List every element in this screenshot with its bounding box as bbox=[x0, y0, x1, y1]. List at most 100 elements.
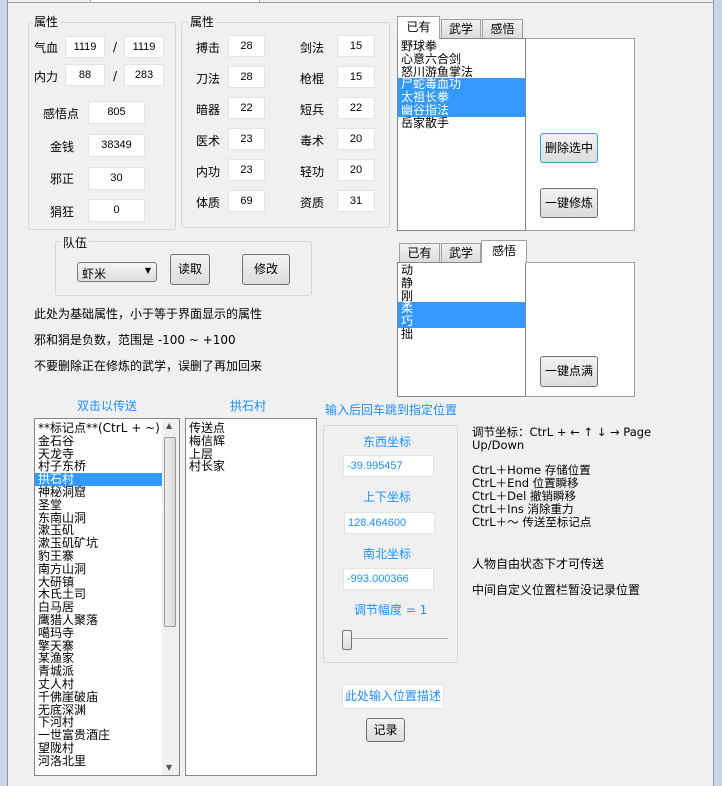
list-item[interactable]: 刚 bbox=[398, 289, 525, 303]
list-item[interactable]: 南方山洞 bbox=[35, 562, 163, 576]
stat-label: 刀法 bbox=[196, 72, 221, 86]
list-item[interactable]: 岳家散手 bbox=[398, 116, 525, 130]
list-item[interactable]: 静 bbox=[398, 276, 525, 290]
tab-insight[interactable]: 感悟 bbox=[481, 240, 527, 263]
list-item[interactable]: 一世富贵酒庄 bbox=[35, 729, 163, 742]
stat-label: 剑法 bbox=[300, 41, 325, 55]
stat-input[interactable]: 69 bbox=[228, 190, 265, 212]
help-note: 人物自由状态下才可传送 bbox=[472, 557, 605, 571]
list-item[interactable]: 金石谷 bbox=[35, 434, 163, 448]
read-button[interactable]: 读取 bbox=[170, 254, 210, 285]
sublocation-title: 拱石村 bbox=[230, 399, 267, 413]
teleport-list[interactable]: **标记点**(CtrL + ~) 金石谷 天龙寺 村子东桥 拱石村 神秘洞窟 圣堂 东南山洞… bbox=[34, 418, 180, 776]
scroll-down-icon[interactable]: ▼ bbox=[166, 763, 172, 772]
tab-martial[interactable]: 武学 bbox=[441, 243, 481, 263]
hp-current-input[interactable]: 1119 bbox=[65, 36, 105, 58]
ew-coordinate-input[interactable]: -39.995457 bbox=[343, 455, 434, 477]
hp-label: 气血 bbox=[34, 41, 59, 55]
list-item[interactable]: 河洛北里 bbox=[35, 754, 163, 768]
list-item[interactable]: 传送点 bbox=[186, 422, 316, 435]
location-description-input[interactable]: 此处输入位置描述 bbox=[342, 684, 444, 709]
group-title: 属性 bbox=[32, 13, 61, 30]
step-label: 调节幅度 = 1 bbox=[354, 603, 428, 617]
list-item[interactable]: 幽谷指法 bbox=[398, 104, 525, 117]
ns-coordinate-input[interactable]: -993.000366 bbox=[343, 568, 434, 590]
money-input[interactable]: 38349 bbox=[88, 134, 145, 157]
fill-all-button[interactable]: 一键点满 bbox=[540, 356, 598, 387]
list-item[interactable]: 梅信辉 bbox=[186, 434, 316, 448]
chevron-down-icon: ▼ bbox=[144, 266, 151, 275]
scrollbar[interactable]: ▲ ▼ bbox=[162, 419, 179, 775]
teleport-title: 双击以传送 bbox=[77, 399, 138, 413]
tab-owned[interactable]: 已有 bbox=[397, 16, 440, 39]
note-text: 此处为基础属性，小于等于界面显示的属性 bbox=[34, 307, 263, 321]
scroll-up-icon[interactable]: ▲ bbox=[166, 421, 172, 430]
stat-input[interactable]: 15 bbox=[337, 35, 375, 57]
scrollbar-thumb[interactable] bbox=[164, 437, 176, 627]
stat-input[interactable]: 23 bbox=[228, 159, 265, 181]
window-border-right bbox=[713, 0, 722, 786]
shortcut-list: CtrL＋Home 存储位置 CtrL＋End 位置瞬移 CtrL＋Del 撤销… bbox=[472, 464, 591, 529]
stat-input[interactable]: 23 bbox=[228, 128, 265, 150]
tab-martial[interactable]: 武学 bbox=[441, 19, 481, 39]
stat-input[interactable]: 31 bbox=[337, 190, 375, 212]
tab-owned[interactable]: 已有 bbox=[399, 243, 440, 263]
top-tab-active[interactable] bbox=[90, 0, 260, 3]
stat-input[interactable]: 28 bbox=[228, 66, 265, 88]
delete-selected-button[interactable]: 删除选中 bbox=[540, 133, 598, 163]
mp-max-input[interactable]: 283 bbox=[124, 64, 164, 86]
stat-label: 体质 bbox=[196, 196, 221, 210]
list-item[interactable]: 望陇村 bbox=[35, 742, 163, 755]
group-title: 队伍 bbox=[61, 234, 90, 251]
list-item[interactable]: 丈人村 bbox=[35, 678, 163, 691]
stat-label: 轻功 bbox=[300, 165, 325, 179]
stat-input[interactable]: 28 bbox=[228, 35, 265, 57]
evil-input[interactable]: 30 bbox=[88, 167, 145, 190]
modify-button[interactable]: 修改 bbox=[242, 254, 290, 285]
list-item[interactable]: 千佛崖破庙 bbox=[35, 690, 163, 704]
wild-input[interactable]: 0 bbox=[88, 199, 145, 222]
list-item[interactable]: 豹王寨 bbox=[35, 550, 163, 563]
help-coords: 调节坐标：CtrL + ← ↑ ↓ → Page Up/Down bbox=[472, 425, 652, 452]
list-item[interactable]: 动 bbox=[398, 264, 525, 277]
ud-label: 上下坐标 bbox=[363, 490, 412, 504]
shortcut-item: CtrL＋～ 传送至标记点 bbox=[472, 515, 592, 529]
list-item[interactable]: 鹰猎人聚落 bbox=[35, 614, 163, 627]
slash: / bbox=[113, 40, 118, 54]
stat-label: 短兵 bbox=[300, 103, 325, 117]
skill-list[interactable]: 野球拳 心意六合剑 怒川游鱼掌法 尸蛇毒血功 太祖长拳 幽谷指法 岳家散手 bbox=[397, 38, 526, 231]
stat-input[interactable]: 20 bbox=[337, 128, 375, 150]
list-item[interactable]: 野球拳 bbox=[398, 40, 525, 53]
stat-input[interactable]: 15 bbox=[337, 66, 375, 88]
list-item[interactable]: 噶玛寺 bbox=[35, 626, 163, 640]
list-item[interactable]: 村长家 bbox=[186, 460, 316, 473]
insight-input[interactable]: 805 bbox=[88, 101, 145, 124]
sublocation-list[interactable]: 传送点 梅信辉 上层 村长家 bbox=[185, 418, 317, 776]
team-select[interactable]: 虾米 ▼ bbox=[77, 262, 157, 282]
list-item[interactable]: 神秘洞窟 bbox=[35, 486, 163, 499]
mp-label: 内力 bbox=[34, 70, 59, 84]
list-item[interactable]: **标记点**(CtrL + ~) bbox=[35, 422, 163, 435]
window-border-left bbox=[0, 0, 8, 786]
step-slider-thumb[interactable] bbox=[342, 630, 352, 650]
stat-input[interactable]: 20 bbox=[337, 159, 375, 181]
hp-max-input[interactable]: 1119 bbox=[124, 36, 164, 58]
mp-current-input[interactable]: 88 bbox=[65, 64, 105, 86]
list-item[interactable]: 拙 bbox=[398, 328, 525, 341]
stat-input[interactable]: 22 bbox=[337, 97, 375, 119]
money-label: 金钱 bbox=[50, 140, 75, 154]
step-slider-track[interactable] bbox=[345, 638, 448, 639]
insight-list[interactable]: 动静刚柔巧拙 bbox=[397, 262, 526, 397]
list-item[interactable]: 心意六合剑 bbox=[398, 52, 525, 66]
train-all-button[interactable]: 一键修炼 bbox=[540, 188, 598, 218]
list-item[interactable]: 圣堂 bbox=[35, 498, 163, 512]
list-item[interactable]: 巧 bbox=[398, 315, 525, 328]
ud-coordinate-input[interactable]: 128.464600 bbox=[344, 512, 435, 534]
record-button[interactable]: 记录 bbox=[366, 718, 405, 742]
insight-label: 感悟点 bbox=[43, 107, 80, 121]
slash: / bbox=[113, 69, 118, 83]
tab-insight[interactable]: 感悟 bbox=[482, 19, 523, 39]
group-title: 属性 bbox=[188, 13, 217, 30]
list-item[interactable]: 柔 bbox=[398, 302, 525, 316]
stat-input[interactable]: 22 bbox=[228, 97, 265, 119]
